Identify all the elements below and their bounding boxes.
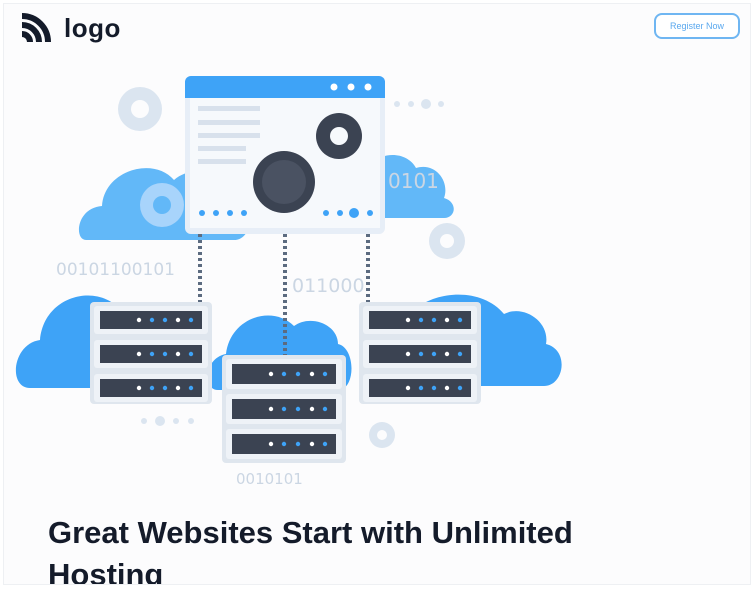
gear-icon: [140, 183, 184, 227]
logo-icon: [18, 10, 54, 46]
gear-icon: [429, 223, 465, 259]
server-rack-icon: [359, 302, 481, 404]
gear-icon: [369, 422, 395, 448]
hosting-illustration: 0101 00101100101 011000 0010101: [4, 68, 564, 498]
binary-text: 0101: [388, 169, 439, 193]
browser-window-icon: [185, 76, 385, 234]
gear-icon: [316, 113, 362, 159]
register-now-button[interactable]: Register Now: [654, 13, 740, 39]
page-frame: logo Register Now 0101 00101100101 01100…: [3, 3, 751, 585]
server-rack-icon: [90, 302, 212, 404]
site-header: logo Register Now: [4, 4, 750, 52]
binary-text: 00101100101: [56, 260, 175, 280]
logo-text: logo: [64, 12, 121, 43]
binary-text: 0010101: [236, 470, 303, 488]
gear-icon: [253, 151, 315, 213]
server-rack-icon: [222, 355, 346, 463]
logo[interactable]: logo: [18, 10, 121, 46]
gear-icon: [118, 87, 162, 131]
binary-text: 011000: [292, 275, 365, 297]
hero-headline: Great Websites Start with Unlimited Host…: [48, 515, 573, 585]
